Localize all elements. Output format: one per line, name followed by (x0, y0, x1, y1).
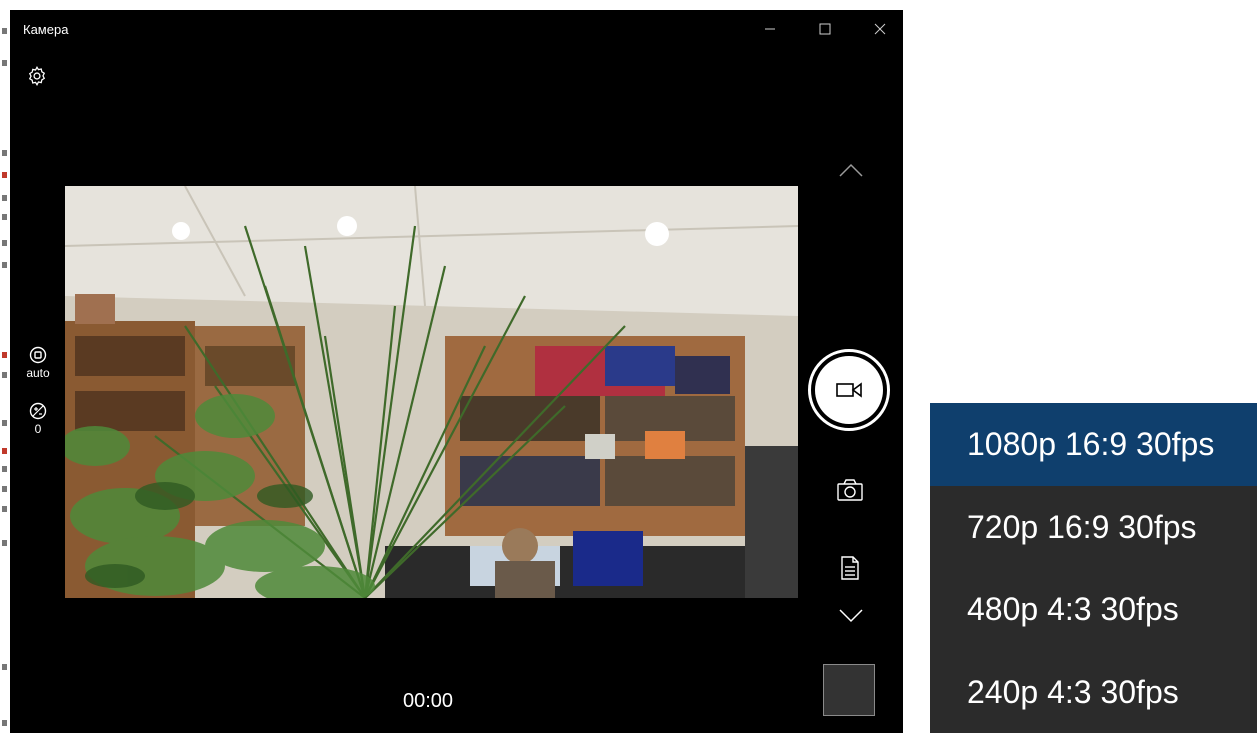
capture-mode-icon (29, 346, 47, 364)
minimize-button[interactable] (747, 12, 793, 46)
minimize-icon (765, 28, 775, 30)
camera-preview (65, 186, 798, 598)
close-icon (874, 23, 886, 35)
chevron-up-icon[interactable] (838, 162, 864, 178)
capture-mode-control[interactable]: auto (20, 346, 56, 380)
exposure-control[interactable]: 0 (20, 402, 56, 436)
background-page-edge (0, 0, 10, 733)
record-video-button[interactable] (808, 349, 890, 431)
resolution-option[interactable]: 720p 16:9 30fps (930, 486, 1257, 569)
resolution-option[interactable]: 240p 4:3 30fps (930, 651, 1257, 733)
exposure-value: 0 (34, 422, 42, 436)
maximize-button[interactable] (802, 12, 848, 46)
resolution-option[interactable]: 1080p 16:9 30fps (930, 403, 1257, 486)
record-button-inner (815, 356, 883, 424)
screenshot-root: Камера auto 0 00:00 1080p 16:9 30fps 720… (0, 0, 1257, 733)
gear-icon[interactable] (26, 65, 48, 87)
maximize-icon (819, 23, 831, 35)
last-capture-thumbnail[interactable] (823, 664, 875, 716)
document-icon[interactable] (840, 555, 860, 581)
camera-icon[interactable] (836, 478, 864, 502)
video-camera-icon (836, 382, 862, 398)
capture-mode-label: auto (26, 366, 50, 380)
close-button[interactable] (857, 12, 903, 46)
chevron-down-icon[interactable] (838, 608, 864, 624)
resolution-menu: 1080p 16:9 30fps 720p 16:9 30fps 480p 4:… (930, 403, 1257, 733)
resolution-option[interactable]: 480p 4:3 30fps (930, 568, 1257, 651)
window-title: Камера (23, 22, 69, 37)
camera-window: Камера auto 0 00:00 (10, 10, 903, 733)
exposure-icon (29, 402, 47, 420)
recording-timer: 00:00 (403, 690, 454, 712)
